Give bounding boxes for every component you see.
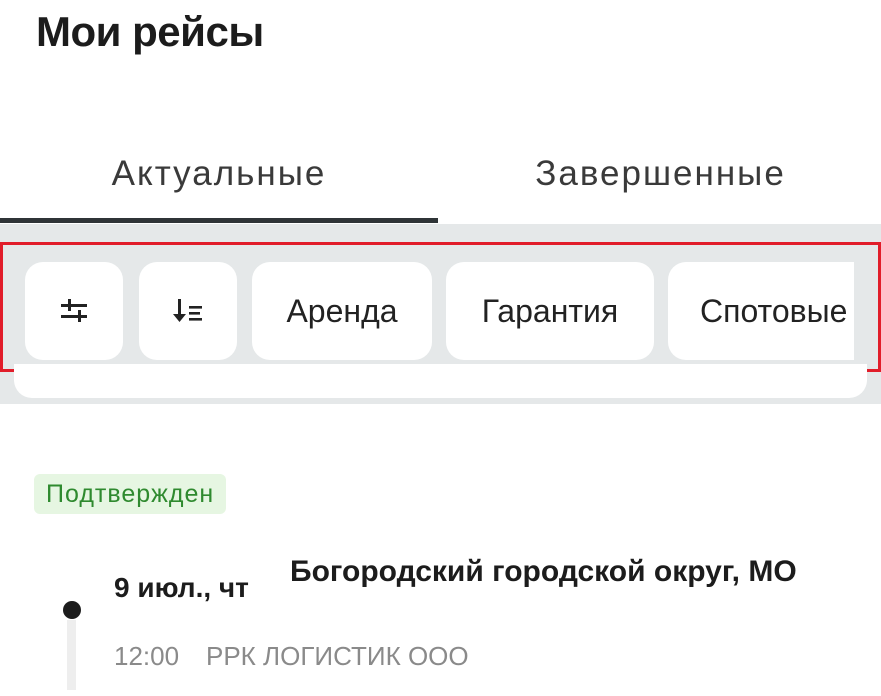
timeline-line (67, 620, 76, 690)
timeline-dot-icon (63, 601, 81, 619)
sort-descending-icon (173, 299, 202, 322)
status-badge: Подтвержден (34, 474, 227, 514)
filter-button[interactable] (25, 262, 123, 360)
filter-sliders-icon (61, 299, 87, 322)
sort-button[interactable] (139, 262, 237, 360)
previous-card-edge (14, 364, 867, 398)
trip-time: 12:00 (114, 641, 180, 671)
trip-place: Богородский городской округ, МО (290, 555, 797, 588)
tab-indicator (0, 218, 438, 223)
chip-rent[interactable]: Аренда (252, 262, 432, 360)
tab-bar: Актуальные Завершенные (0, 126, 881, 226)
tab-completed[interactable]: Завершенные (440, 126, 881, 222)
chip-guarantee[interactable]: Гарантия (446, 262, 654, 360)
trip-company: РРК ЛОГИСТИК ООО (206, 641, 469, 671)
tab-current[interactable]: Актуальные (0, 126, 438, 222)
filter-bar: Аренда Гарантия Спотовые (0, 242, 881, 372)
filter-chip-scroller[interactable]: Аренда Гарантия Спотовые (25, 262, 854, 360)
page-title: Мои рейсы (36, 8, 264, 55)
trip-date: 9 июл., чт (114, 572, 249, 603)
chip-spot[interactable]: Спотовые (668, 262, 854, 360)
